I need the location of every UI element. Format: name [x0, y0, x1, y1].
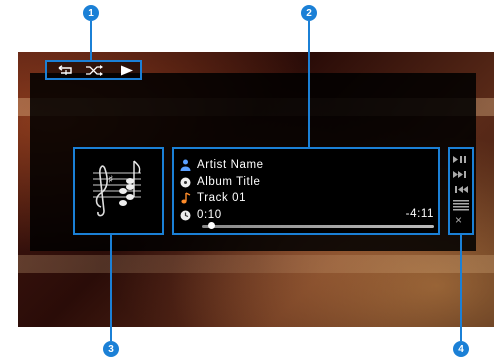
callout-2: 2 [301, 5, 317, 21]
callout-3-leader [110, 235, 112, 341]
playback-status-bar [45, 60, 142, 80]
track-row: Track 01 [180, 191, 246, 205]
album-art: ♯ [73, 147, 164, 235]
callout-1-leader [90, 21, 92, 60]
album-row: Album Title [180, 175, 260, 189]
callout-4-leader [460, 235, 462, 341]
repeat-icon[interactable] [56, 65, 76, 76]
callout-4: 4 [453, 341, 469, 357]
remaining-time: -4:11 [405, 208, 434, 220]
track-title: Track 01 [197, 192, 247, 204]
play-icon[interactable] [120, 65, 134, 76]
album-title: Album Title [197, 176, 261, 188]
shuffle-icon[interactable] [85, 65, 105, 76]
progress-knob[interactable] [208, 222, 216, 229]
skip-back-icon[interactable] [452, 185, 470, 194]
list-menu-icon[interactable] [452, 199, 470, 211]
elapsed-time: 0:10 [197, 209, 222, 221]
progress-bar[interactable] [202, 222, 434, 229]
album-icon [180, 177, 191, 187]
artist-row: Artist Name [180, 158, 264, 172]
play-pause-icon[interactable] [452, 155, 470, 164]
artist-name: Artist Name [197, 159, 264, 171]
time-row: 0:10 [180, 208, 222, 222]
callout-2-leader [308, 21, 310, 147]
skip-forward-icon[interactable] [452, 170, 470, 179]
music-notation-icon: ♯ [93, 160, 141, 217]
close-icon[interactable]: × [455, 213, 462, 227]
callout-1: 1 [83, 5, 99, 21]
clock-icon [180, 210, 191, 220]
playback-controls: × [448, 147, 474, 235]
svg-text:♯: ♯ [108, 173, 113, 186]
now-playing-info: Artist Name Album Title Track 01 0:10 -4… [172, 147, 440, 235]
music-note-icon [181, 192, 191, 204]
callout-3: 3 [103, 341, 119, 357]
background-band [18, 255, 494, 273]
artist-icon [180, 159, 191, 171]
